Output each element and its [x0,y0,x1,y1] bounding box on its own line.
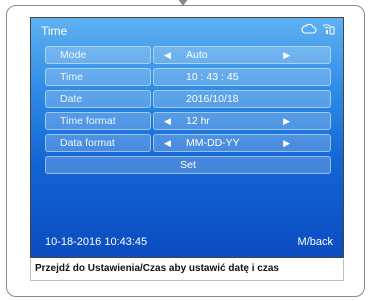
data-format-selector[interactable]: ◀ MM-DD-YY ▶ [153,134,331,152]
footer-datetime: 10-18-2016 10:43:45 [45,236,148,248]
time-format-selector[interactable]: ◀ 12 hr ▶ [153,112,331,130]
settings-rows: Mode ◀ Auto ▶ Time 10 : 43 : 45 Date 201… [45,46,331,174]
data-format-label: Data format [45,134,151,152]
set-button[interactable]: Set [45,156,331,174]
arrow-right-icon[interactable]: ▶ [283,135,290,151]
row-time-format: Time format ◀ 12 hr ▶ [45,112,331,130]
time-value: 10 : 43 : 45 [186,71,239,83]
caption-bar: Przejdź do Ustawienia/Czas aby ustawić d… [30,259,344,281]
arrow-left-icon[interactable]: ◀ [164,47,171,63]
arrow-right-icon[interactable]: ▶ [283,113,290,129]
mode-label: Mode [45,46,151,64]
date-field[interactable]: 2016/10/18 [153,90,331,108]
mode-value: Auto [186,49,208,61]
data-format-value: MM-DD-YY [186,137,240,149]
row-mode: Mode ◀ Auto ▶ [45,46,331,64]
row-date: Date 2016/10/18 [45,90,331,108]
time-format-value: 12 hr [186,115,210,127]
arrow-left-icon[interactable]: ◀ [164,113,171,129]
caption-text: Przejdź do Ustawienia/Czas aby ustawić d… [35,263,279,274]
row-data-format: Data format ◀ MM-DD-YY ▶ [45,134,331,152]
date-label: Date [45,90,151,108]
title-bar: Time [31,18,343,42]
time-field[interactable]: 10 : 43 : 45 [153,68,331,86]
cloud-icon [301,23,317,35]
device-screen: Time Mode ◀ Auto ▶ Time 10: 43: 45 Dat… [30,17,344,258]
back-button[interactable]: M/back [298,236,333,248]
arrow-right-icon[interactable]: ▶ [283,47,290,63]
arrow-left-icon[interactable]: ◀ [164,135,171,151]
wifi-phone-icon [321,23,335,35]
row-time: Time 10 : 43 : 45 [45,68,331,86]
screen-title: Time [41,24,68,38]
time-label: Time [45,68,151,86]
time-format-label: Time format [45,112,151,130]
date-value: 2016/10/18 [186,93,239,105]
status-icons [301,23,335,35]
mode-selector[interactable]: ◀ Auto ▶ [153,46,331,64]
